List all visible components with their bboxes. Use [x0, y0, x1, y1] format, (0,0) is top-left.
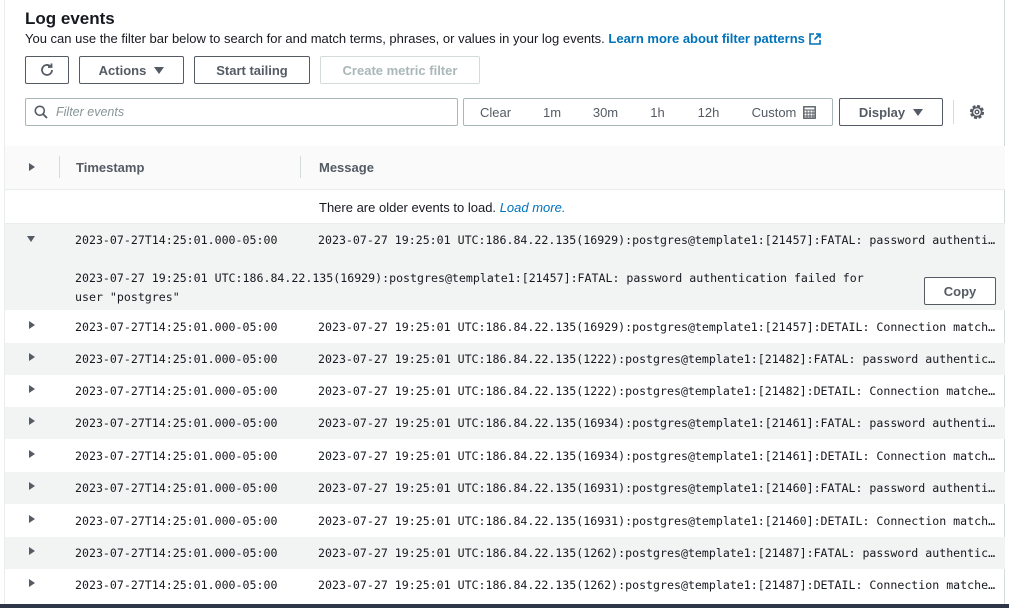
- start-tailing-button[interactable]: Start tailing: [194, 56, 310, 84]
- expand-row-icon[interactable]: [29, 385, 35, 393]
- event-timestamp: 2023-07-27T14:25:01.000-05:00: [75, 233, 278, 247]
- time-option-clear[interactable]: Clear: [464, 99, 527, 125]
- expand-row-icon[interactable]: [29, 450, 35, 458]
- time-option-1h[interactable]: 1h: [634, 99, 681, 125]
- log-event-row[interactable]: 2023-07-27T14:25:01.000-05:00 2023-07-27…: [5, 472, 1005, 504]
- time-range-selector: Clear 1m 30m 1h 12h Custom: [463, 98, 833, 126]
- custom-label: Custom: [751, 104, 797, 120]
- expand-all-icon[interactable]: [29, 163, 35, 171]
- time-option-12h[interactable]: 12h: [681, 99, 736, 125]
- event-message: 2023-07-27 19:25:01 UTC:186.84.22.135(12…: [318, 546, 996, 560]
- event-timestamp: 2023-07-27T14:25:01.000-05:00: [75, 578, 278, 592]
- search-icon: [34, 105, 48, 119]
- event-timestamp: 2023-07-27T14:25:01.000-05:00: [75, 449, 278, 463]
- filter-events-field[interactable]: [25, 98, 458, 126]
- description-text: You can use the filter bar below to sear…: [25, 31, 605, 46]
- column-divider: [300, 156, 301, 178]
- event-message: 2023-07-27 19:25:01 UTC:186.84.22.135(12…: [318, 578, 996, 592]
- expand-row-icon[interactable]: [29, 579, 35, 587]
- caret-down-icon: [154, 66, 165, 74]
- learn-more-label: Learn more about filter patterns: [608, 31, 805, 46]
- event-timestamp: 2023-07-27T14:25:01.000-05:00: [75, 384, 278, 398]
- log-event-row[interactable]: 2023-07-27T14:25:01.000-05:00 2023-07-27…: [5, 537, 1005, 569]
- expand-row-icon[interactable]: [29, 321, 35, 329]
- actions-label: Actions: [98, 62, 147, 78]
- log-event-row-expanded[interactable]: 2023-07-27T14:25:01.000-05:00 2023-07-27…: [5, 224, 1005, 256]
- event-message: 2023-07-27 19:25:01 UTC:186.84.22.135(16…: [318, 449, 996, 463]
- column-divider: [59, 156, 60, 178]
- refresh-icon: [41, 63, 53, 76]
- page-description: You can use the filter bar below to sear…: [25, 31, 821, 46]
- filter-events-input[interactable]: [56, 105, 436, 119]
- time-option-custom[interactable]: Custom: [736, 99, 832, 125]
- event-detail-panel: 2023-07-27 19:25:01 UTC:186.84.22.135(16…: [5, 256, 1005, 310]
- actions-dropdown[interactable]: Actions: [79, 56, 184, 84]
- event-message: 2023-07-27 19:25:01 UTC:186.84.22.135(16…: [318, 514, 996, 528]
- expand-row-icon[interactable]: [29, 353, 35, 361]
- event-message: 2023-07-27 19:25:01 UTC:186.84.22.135(16…: [318, 233, 996, 247]
- learn-more-link[interactable]: Learn more about filter patterns: [608, 31, 821, 46]
- event-message: 2023-07-27 19:25:01 UTC:186.84.22.135(16…: [318, 481, 996, 495]
- expand-row-icon[interactable]: [29, 417, 35, 425]
- display-label: Display: [858, 104, 906, 120]
- event-message: 2023-07-27 19:25:01 UTC:186.84.22.135(16…: [318, 320, 996, 334]
- create-metric-filter-button[interactable]: Create metric filter: [320, 56, 480, 84]
- refresh-button[interactable]: [25, 56, 69, 84]
- expand-row-icon[interactable]: [29, 547, 35, 555]
- event-timestamp: 2023-07-27T14:25:01.000-05:00: [75, 352, 278, 366]
- column-header-message[interactable]: Message: [319, 160, 374, 175]
- older-events-text: There are older events to load.: [319, 200, 497, 215]
- toolbar-divider: [953, 100, 954, 124]
- event-timestamp: 2023-07-27T14:25:01.000-05:00: [75, 416, 278, 430]
- window-bottom-edge: [0, 604, 1009, 608]
- time-option-30m[interactable]: 30m: [577, 99, 634, 125]
- load-more-link[interactable]: Load more.: [500, 200, 566, 215]
- log-event-row[interactable]: 2023-07-27T14:25:01.000-05:00 2023-07-27…: [5, 569, 1005, 601]
- log-event-row[interactable]: 2023-07-27T14:25:01.000-05:00 2023-07-27…: [5, 343, 1005, 375]
- display-dropdown[interactable]: Display: [839, 98, 943, 126]
- time-option-1m[interactable]: 1m: [527, 99, 577, 125]
- older-events-notice: There are older events to load. Load mor…: [5, 191, 1005, 224]
- event-message: 2023-07-27 19:25:01 UTC:186.84.22.135(12…: [318, 352, 996, 366]
- log-event-row[interactable]: 2023-07-27T14:25:01.000-05:00 2023-07-27…: [5, 505, 1005, 537]
- log-event-row[interactable]: 2023-07-27T14:25:01.000-05:00 2023-07-27…: [5, 375, 1005, 407]
- column-header-timestamp[interactable]: Timestamp: [76, 160, 144, 175]
- log-event-row[interactable]: 2023-07-27T14:25:01.000-05:00 2023-07-27…: [5, 440, 1005, 472]
- settings-gear-icon[interactable]: [967, 102, 987, 122]
- caret-down-icon: [913, 108, 924, 116]
- event-timestamp: 2023-07-27T14:25:01.000-05:00: [75, 320, 278, 334]
- event-timestamp: 2023-07-27T14:25:01.000-05:00: [75, 514, 278, 528]
- collapse-row-icon[interactable]: [27, 236, 35, 242]
- event-timestamp: 2023-07-27T14:25:01.000-05:00: [75, 481, 278, 495]
- table-header: Timestamp Message: [5, 146, 1005, 190]
- page-title: Log events: [25, 9, 115, 28]
- log-event-row[interactable]: 2023-07-27T14:25:01.000-05:00 2023-07-27…: [5, 407, 1005, 439]
- event-full-message: 2023-07-27 19:25:01 UTC:186.84.22.135(16…: [75, 271, 864, 304]
- expand-row-icon[interactable]: [29, 515, 35, 523]
- create-metric-filter-label: Create metric filter: [342, 62, 458, 78]
- expand-row-icon[interactable]: [29, 482, 35, 490]
- log-event-row[interactable]: 2023-07-27T14:25:01.000-05:00 2023-07-27…: [5, 311, 1005, 343]
- calendar-icon: [803, 105, 817, 119]
- event-message: 2023-07-27 19:25:01 UTC:186.84.22.135(16…: [318, 416, 996, 430]
- start-tailing-label: Start tailing: [216, 62, 288, 78]
- copy-button[interactable]: Copy: [924, 277, 996, 305]
- event-timestamp: 2023-07-27T14:25:01.000-05:00: [75, 546, 278, 560]
- external-link-icon: [809, 33, 821, 45]
- event-message: 2023-07-27 19:25:01 UTC:186.84.22.135(12…: [318, 384, 996, 398]
